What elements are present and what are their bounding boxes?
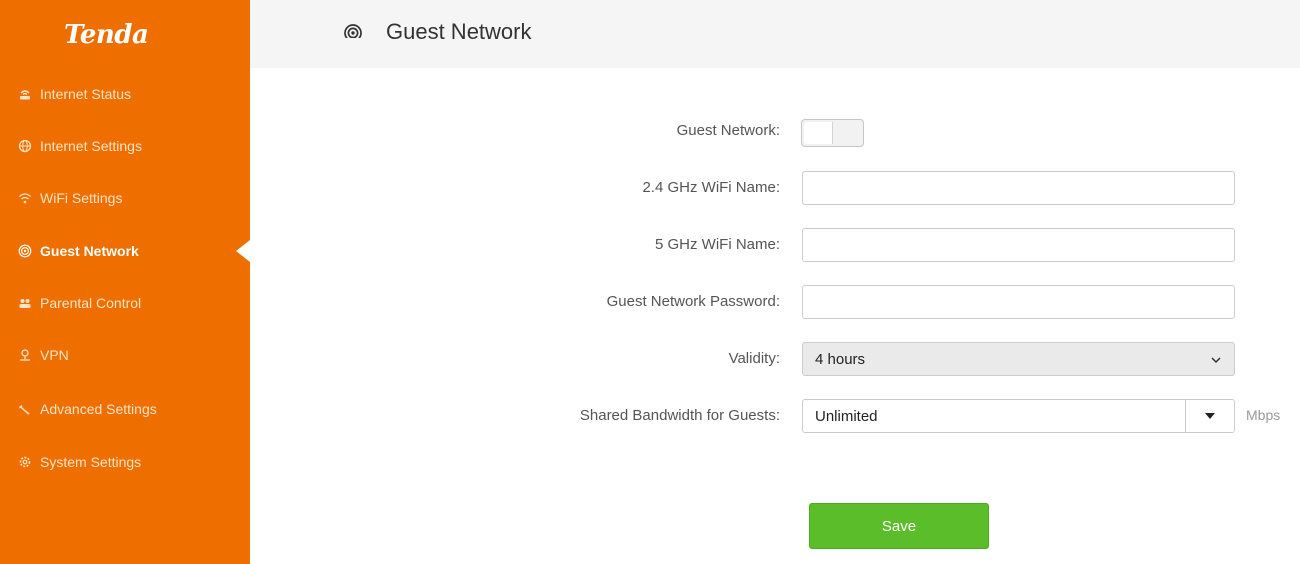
bandwidth-unit: Mbps bbox=[1246, 407, 1281, 423]
toggle-knob bbox=[804, 122, 833, 144]
vpn-icon bbox=[18, 348, 32, 362]
sidebar: Tenda Internet Status Internet Settings … bbox=[0, 0, 250, 564]
sidebar-item-label: Guest Network bbox=[40, 243, 139, 259]
guest-password-label: Guest Network Password: bbox=[606, 293, 780, 310]
sidebar-item-label: System Settings bbox=[40, 454, 142, 470]
page-title: Guest Network bbox=[386, 19, 532, 44]
wifi-icon bbox=[18, 191, 32, 205]
router-icon bbox=[18, 87, 32, 101]
wifi-24-name-label: 2.4 GHz WiFi Name: bbox=[642, 179, 780, 196]
sidebar-item-label: WiFi Settings bbox=[40, 190, 123, 206]
sidebar-item-vpn[interactable]: VPN bbox=[0, 335, 250, 375]
sidebar-item-internet-settings[interactable]: Internet Settings bbox=[0, 126, 250, 166]
sidebar-item-advanced-settings[interactable]: Advanced Settings bbox=[0, 389, 250, 429]
globe-icon bbox=[18, 139, 32, 153]
validity-value: 4 hours bbox=[815, 350, 866, 368]
sidebar-item-system-settings[interactable]: System Settings bbox=[0, 442, 250, 482]
shared-bandwidth-input[interactable]: Unlimited bbox=[802, 399, 1185, 433]
gear-icon bbox=[18, 455, 32, 469]
sidebar-item-label: Internet Settings bbox=[40, 138, 142, 154]
sidebar-item-parental-control[interactable]: Parental Control bbox=[0, 283, 250, 323]
validity-label: Validity: bbox=[728, 350, 780, 367]
wifi-5-name-input[interactable] bbox=[802, 228, 1235, 262]
wrench-icon bbox=[18, 402, 32, 416]
save-button[interactable]: Save bbox=[809, 503, 989, 549]
parental-control-icon bbox=[18, 296, 32, 310]
validity-select[interactable]: 4 hours bbox=[802, 342, 1235, 376]
shared-bandwidth-value: Unlimited bbox=[815, 407, 878, 425]
wifi-5-name-label: 5 GHz WiFi Name: bbox=[654, 236, 780, 253]
guest-password-input[interactable] bbox=[802, 285, 1235, 319]
active-pointer bbox=[236, 240, 250, 262]
sidebar-item-wifi-settings[interactable]: WiFi Settings bbox=[0, 178, 250, 218]
wifi-24-name-input[interactable] bbox=[802, 171, 1235, 205]
guest-network-icon bbox=[18, 244, 32, 258]
caret-down-icon bbox=[1205, 413, 1215, 419]
sidebar-item-label: Parental Control bbox=[40, 295, 142, 311]
sidebar-item-guest-network[interactable]: Guest Network bbox=[0, 231, 250, 271]
guest-network-label: Guest Network: bbox=[676, 122, 780, 139]
sidebar-item-label: VPN bbox=[40, 347, 69, 363]
guest-network-icon bbox=[343, 23, 363, 43]
shared-bandwidth-label: Shared Bandwidth for Guests: bbox=[579, 407, 780, 424]
sidebar-item-label: Advanced Settings bbox=[40, 401, 157, 417]
chevron-down-icon bbox=[1210, 353, 1222, 365]
sidebar-item-label: Internet Status bbox=[40, 86, 132, 102]
page-header: Guest Network bbox=[250, 0, 1300, 68]
guest-network-toggle[interactable] bbox=[801, 119, 864, 147]
shared-bandwidth-dropdown-button[interactable] bbox=[1185, 399, 1235, 433]
sidebar-item-internet-status[interactable]: Internet Status bbox=[0, 74, 250, 114]
tenda-logo: Tenda bbox=[64, 20, 149, 50]
